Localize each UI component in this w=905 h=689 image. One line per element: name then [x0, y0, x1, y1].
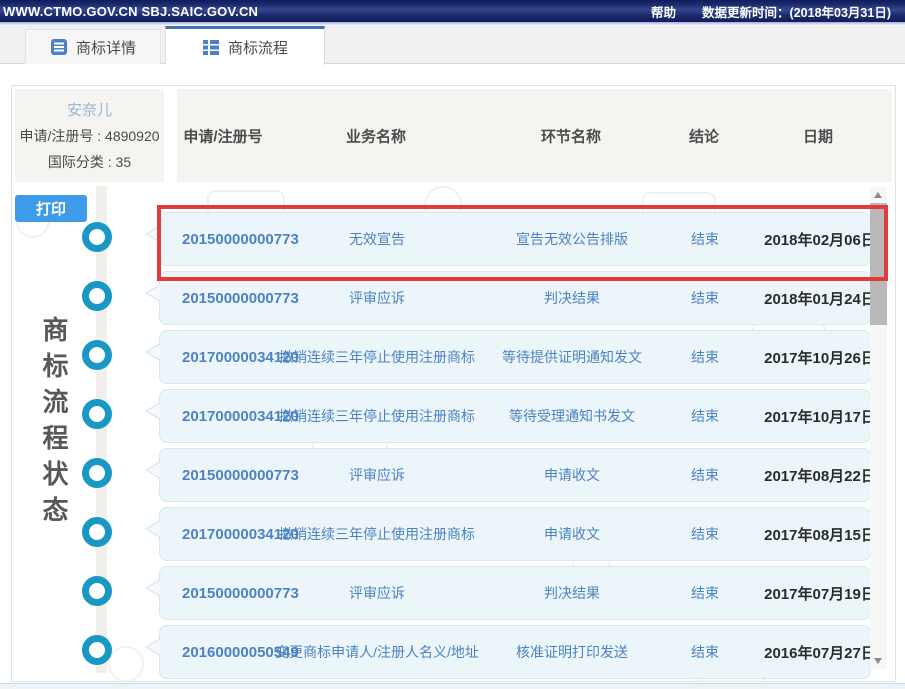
- bubble-tail-icon: [147, 580, 161, 596]
- row-conclusion: 结束: [665, 567, 745, 619]
- col-header-registration: 申请/注册号: [183, 125, 262, 146]
- tab-label: 商标流程: [228, 37, 288, 58]
- timeline-circle-icon: [82, 576, 112, 606]
- scroll-down-arrow[interactable]: [870, 653, 887, 669]
- row-conclusion: 结束: [665, 331, 745, 383]
- row-business-name: 撤销连续三年停止使用注册商标: [262, 390, 492, 442]
- row-date: 2016年07月27日: [750, 626, 890, 678]
- process-row[interactable]: 20170000034120 撤销连续三年停止使用注册商标 等待提供证明通知发文…: [159, 330, 871, 384]
- col-header-business: 业务名称: [346, 125, 406, 146]
- scroll-thumb[interactable]: [870, 203, 887, 325]
- timeline-circle-icon: [82, 399, 112, 429]
- table-header: 申请/注册号 业务名称 环节名称 结论 日期: [177, 89, 892, 182]
- data-updated-label: 数据更新时间：(2018年03月31日): [702, 2, 891, 21]
- process-row[interactable]: 20160000050549 变更商标申请人/注册人名义/地址 核准证明打印发送…: [159, 625, 871, 679]
- row-date: 2017年07月19日: [750, 567, 890, 619]
- row-step-name: 申请收文: [462, 508, 682, 560]
- bubble-tail-icon: [147, 344, 161, 360]
- row-date: 2017年10月26日: [750, 331, 890, 383]
- main-panel: 安奈儿 申请/注册号 : 4890920 国际分类 : 35 申请/注册号 业务…: [11, 85, 896, 682]
- bubble-tail-icon: [147, 462, 161, 478]
- row-date: 2017年08月15日: [750, 508, 890, 560]
- timeline-circle-icon: [82, 340, 112, 370]
- bubble-tail-icon: [147, 285, 161, 301]
- row-conclusion: 结束: [665, 449, 745, 501]
- row-step-name: 核准证明打印发送: [462, 626, 682, 678]
- timeline-circle-icon: [82, 635, 112, 665]
- row-business-name: 无效宣告: [262, 213, 492, 265]
- process-status-vertical-label: 商标流程状态: [36, 316, 73, 532]
- top-bar: WWW.CTMO.GOV.CN SBJ.SAIC.GOV.CN 帮助 数据更新时…: [0, 0, 905, 22]
- row-conclusion: 结束: [665, 626, 745, 678]
- triangle-up-icon: [874, 192, 882, 198]
- process-row[interactable]: 20170000034120 撤销连续三年停止使用注册商标 申请收文 结束 20…: [159, 507, 871, 561]
- tab-bar: 商标详情 商标流程: [0, 26, 905, 64]
- row-business-name: 撤销连续三年停止使用注册商标: [262, 331, 492, 383]
- row-business-name: 评审应诉: [262, 272, 492, 324]
- tab-label: 商标详情: [76, 37, 136, 58]
- timeline-circle-icon: [82, 517, 112, 547]
- row-step-name: 判决结果: [462, 272, 682, 324]
- site-urls: WWW.CTMO.GOV.CN SBJ.SAIC.GOV.CN: [0, 4, 258, 19]
- process-row[interactable]: 20150000000773 评审应诉 判决结果 结束 2018年01月24日: [159, 271, 871, 325]
- triangle-down-icon: [874, 658, 882, 664]
- document-icon: [50, 38, 68, 56]
- scrollbar[interactable]: [870, 187, 887, 669]
- row-date: 2017年08月22日: [750, 449, 890, 501]
- process-row-list: 20150000000773 无效宣告 宣告无效公告排版 结束 2018年02月…: [159, 212, 871, 684]
- bubble-tail-icon: [147, 403, 161, 419]
- row-step-name: 申请收文: [462, 449, 682, 501]
- row-business-name: 评审应诉: [262, 449, 492, 501]
- scroll-up-arrow[interactable]: [870, 187, 887, 203]
- help-link[interactable]: 帮助: [651, 2, 676, 21]
- row-step-name: 等待受理通知书发文: [462, 390, 682, 442]
- international-class: 国际分类 : 35: [48, 152, 131, 172]
- col-header-step: 环节名称: [541, 125, 601, 146]
- process-row[interactable]: 20150000000773 评审应诉 判决结果 结束 2017年07月19日: [159, 566, 871, 620]
- tab-trademark-process[interactable]: 商标流程: [165, 26, 325, 65]
- watermark-shape: [108, 646, 144, 682]
- tab-trademark-details[interactable]: 商标详情: [25, 29, 161, 64]
- process-row[interactable]: 20170000034120 撤销连续三年停止使用注册商标 等待受理通知书发文 …: [159, 389, 871, 443]
- col-header-conclusion: 结论: [689, 125, 719, 146]
- row-step-name: 判决结果: [462, 567, 682, 619]
- row-conclusion: 结束: [665, 213, 745, 265]
- process-row[interactable]: 20150000000773 无效宣告 宣告无效公告排版 结束 2018年02月…: [159, 212, 871, 266]
- trademark-info-box: 安奈儿 申请/注册号 : 4890920 国际分类 : 35: [15, 89, 164, 182]
- print-button[interactable]: 打印: [15, 195, 87, 222]
- row-date: 2017年10月17日: [750, 390, 890, 442]
- row-date: 2018年01月24日: [750, 272, 890, 324]
- row-business-name: 评审应诉: [262, 567, 492, 619]
- row-date: 2018年02月06日: [750, 213, 890, 265]
- timeline-circle-icon: [82, 458, 112, 488]
- bubble-tail-icon: [147, 639, 161, 655]
- row-conclusion: 结束: [665, 508, 745, 560]
- process-row[interactable]: 20150000000773 评审应诉 申请收文 结束 2017年08月22日: [159, 448, 871, 502]
- list-grid-icon: [202, 38, 220, 56]
- timeline-circle-icon: [82, 222, 112, 252]
- row-conclusion: 结束: [665, 390, 745, 442]
- timeline-circle-icon: [82, 281, 112, 311]
- row-step-name: 等待提供证明通知发文: [462, 331, 682, 383]
- row-step-name: 宣告无效公告排版: [462, 213, 682, 265]
- trademark-name: 安奈儿: [67, 99, 112, 120]
- bubble-tail-icon: [147, 521, 161, 537]
- col-header-date: 日期: [803, 125, 833, 146]
- row-conclusion: 结束: [665, 272, 745, 324]
- bubble-tail-icon: [147, 226, 161, 242]
- row-business-name: 变更商标申请人/注册人名义/地址: [262, 626, 492, 678]
- registration-number: 申请/注册号 : 4890920: [19, 126, 159, 146]
- row-business-name: 撤销连续三年停止使用注册商标: [262, 508, 492, 560]
